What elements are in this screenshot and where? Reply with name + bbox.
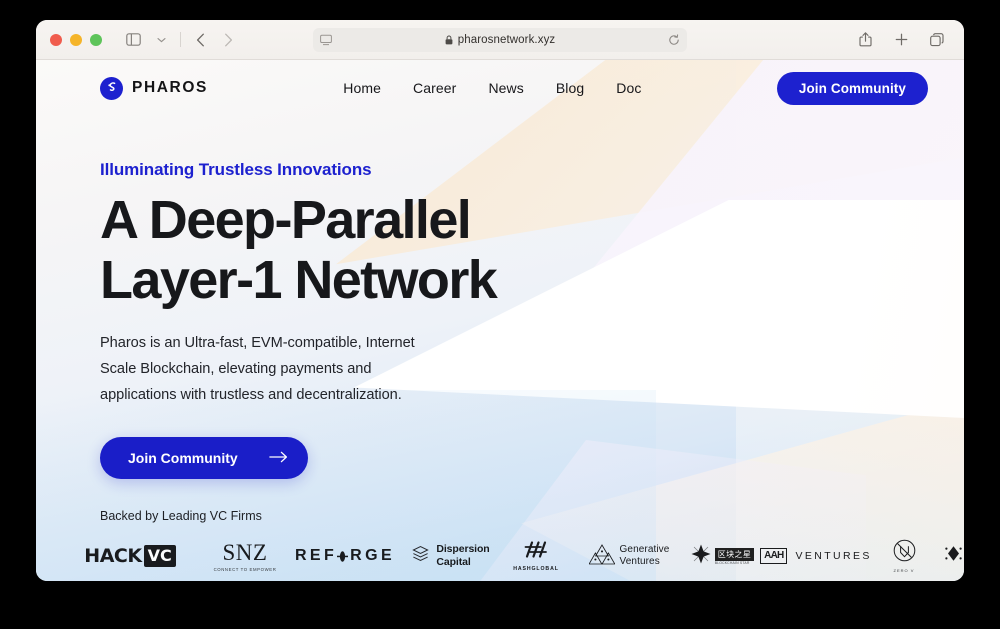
toolbar-actions <box>852 27 950 53</box>
reforge-primary: REF <box>294 547 338 564</box>
hero-join-community-button[interactable]: Join Community <box>100 436 308 479</box>
reload-icon[interactable] <box>668 33 680 46</box>
window-controls[interactable] <box>50 33 102 46</box>
zerov-mark-icon <box>893 539 916 566</box>
backer-logo-row: HACK VC SNZ CONNECT TO EMPOWER REF RGE D… <box>36 539 964 573</box>
reader-view-icon[interactable] <box>320 34 332 46</box>
hashglobal-mark-icon <box>521 541 551 563</box>
screenshot-root: pharosnetwork.xyz PHAROS Home Career New… <box>0 0 1000 629</box>
hero-headline-line-2: Layer-1 Network <box>100 249 498 310</box>
backer-logo-dispersion-capital: Dispersion Capital <box>404 539 497 573</box>
url-text: pharosnetwork.xyz <box>457 33 556 46</box>
pharos-lighthouse-icon <box>100 76 123 100</box>
sidebar-icon[interactable] <box>120 27 146 53</box>
nav-item-news[interactable]: News <box>488 80 523 96</box>
dispersion-primary: Dispersion <box>436 543 490 556</box>
generative-triangle-icon <box>587 543 616 570</box>
hackvc-primary: HACK <box>84 545 142 567</box>
hashglobal-secondary: HASHGLOBAL <box>513 566 559 572</box>
zerov-secondary: ZERO V <box>893 568 915 573</box>
hackvc-secondary: VC <box>143 545 176 567</box>
snz-primary: SNZ <box>222 540 268 565</box>
backer-logo-snz: SNZ CONNECT TO EMPOWER <box>204 539 286 573</box>
backer-logo-generative-ventures: Generative Ventures <box>575 539 683 573</box>
navigation-controls <box>120 27 241 53</box>
brand-name: PHAROS <box>132 79 208 96</box>
hero-eyebrow: Illuminating Trustless Innovations <box>100 160 372 179</box>
aah-secondary: VENTURES <box>795 550 872 562</box>
nav-item-home[interactable]: Home <box>343 80 381 96</box>
hero-section: Illuminating Trustless Innovations A Dee… <box>36 116 964 479</box>
backers-section: Backed by Leading VC Firms HACK VC SNZ C… <box>36 509 964 581</box>
backer-logo-hack-vc: HACK VC <box>56 539 204 573</box>
backer-logo-hashglobal: HASHGLOBAL <box>497 539 575 573</box>
dispersion-secondary: Capital <box>436 556 471 568</box>
backer-logo-aah-ventures: AAH VENTURES <box>760 539 872 573</box>
site-header: PHAROS Home Career News Blog Doc Join Co… <box>36 60 964 116</box>
snz-secondary: CONNECT TO EMPOWER <box>213 567 277 572</box>
reforge-o-icon <box>337 550 349 563</box>
back-arrow-icon[interactable] <box>187 27 213 53</box>
maximize-window-button[interactable] <box>90 33 102 46</box>
toolbar-divider <box>180 32 181 47</box>
nav-item-career[interactable]: Career <box>413 80 456 96</box>
backer-logo-chorus-one-ventures: CHORUS ONE VENTURES <box>937 539 964 573</box>
tab-overview-icon[interactable] <box>924 27 950 53</box>
minimize-window-button[interactable] <box>70 33 82 46</box>
reforge-secondary: RGE <box>350 547 396 564</box>
hero-cta-label: Join Community <box>128 449 238 466</box>
generative-secondary: Ventures <box>619 556 660 567</box>
browser-toolbar: pharosnetwork.xyz <box>36 20 964 60</box>
lock-icon <box>445 35 453 45</box>
nav-item-doc[interactable]: Doc <box>616 80 641 96</box>
main-nav: Home Career News Blog Doc <box>343 80 641 96</box>
plus-icon[interactable] <box>888 27 914 53</box>
generative-primary: Generative <box>619 543 670 555</box>
web-page: PHAROS Home Career News Blog Doc Join Co… <box>36 60 964 581</box>
hero-headline: A Deep-Parallel Layer-1 Network <box>100 190 964 311</box>
star-primary: 区块之星 <box>714 547 755 561</box>
forward-arrow-icon[interactable] <box>215 27 241 53</box>
address-bar[interactable]: pharosnetwork.xyz <box>313 27 687 52</box>
star-mark-icon <box>690 543 712 570</box>
arrow-right-icon <box>269 450 288 466</box>
brand-logo[interactable]: PHAROS <box>100 76 208 100</box>
backer-logo-star-vc: 区块之星 BLOCKCHAIN STAR <box>683 539 761 573</box>
share-icon[interactable] <box>852 27 878 53</box>
hero-headline-line-1: A Deep-Parallel <box>100 190 472 250</box>
browser-window: pharosnetwork.xyz PHAROS Home Career New… <box>36 20 964 581</box>
hero-description: Pharos is an Ultra-fast, EVM-compatible,… <box>100 334 415 403</box>
backer-logo-reforge: REF RGE <box>286 539 404 573</box>
backer-logo-zero-v: ZERO V <box>871 539 937 573</box>
backers-label: Backed by Leading VC Firms <box>100 509 262 523</box>
close-window-button[interactable] <box>50 33 62 46</box>
aah-primary: AAH <box>760 548 788 564</box>
star-secondary: BLOCKCHAIN STAR <box>714 560 750 565</box>
nav-item-blog[interactable]: Blog <box>556 80 584 96</box>
chorus-diamond-icon <box>943 543 964 569</box>
header-join-community-button[interactable]: Join Community <box>776 71 928 105</box>
dispersion-mark-icon <box>411 544 430 568</box>
chevron-down-icon[interactable] <box>148 27 174 53</box>
